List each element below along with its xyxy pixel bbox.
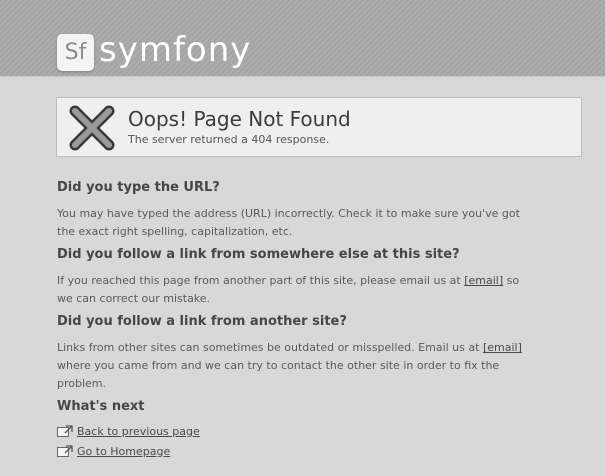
link-row-home: Go to Homepage [57,441,527,461]
email-link[interactable]: [email] [464,274,503,287]
link-row-back: Back to previous page [57,421,527,441]
section-heading-url: Did you type the URL? [57,180,220,195]
x-cross-icon [69,105,115,151]
logo-wordmark: symfony [99,30,252,70]
text-before-email: Links from other sites can sometimes be … [57,341,480,354]
go-to-homepage-link[interactable]: Go to Homepage [77,445,170,458]
text-after-email: where you came from and we can try to co… [57,359,500,390]
whats-next-heading: What's next [57,399,145,414]
text-before-email: If you reached this page from another pa… [57,274,461,287]
error-title: Oops! Page Not Found [128,107,351,131]
back-arrow-icon [57,425,73,437]
email-link[interactable]: [email] [483,341,522,354]
section-text-external-link: Links from other sites can sometimes be … [57,339,527,393]
section-text-url: You may have typed the address (URL) inc… [57,207,520,238]
symfony-logo[interactable]: Sf symfony [57,30,252,71]
error-subtitle: The server returned a 404 response. [128,133,330,146]
help-content: Did you type the URL? You may have typed… [57,180,527,461]
header-banner: Sf symfony [0,0,605,77]
section-heading-internal-link: Did you follow a link from somewhere els… [57,247,460,262]
next-links: Back to previous page Go to Homepage [57,421,527,461]
error-box: Oops! Page Not Found The server returned… [56,97,582,157]
logo-badge: Sf [57,34,94,71]
back-to-previous-link[interactable]: Back to previous page [77,425,200,438]
home-arrow-icon [57,445,73,457]
section-text-internal-link: If you reached this page from another pa… [57,272,527,308]
section-heading-external-link: Did you follow a link from another site? [57,314,347,329]
